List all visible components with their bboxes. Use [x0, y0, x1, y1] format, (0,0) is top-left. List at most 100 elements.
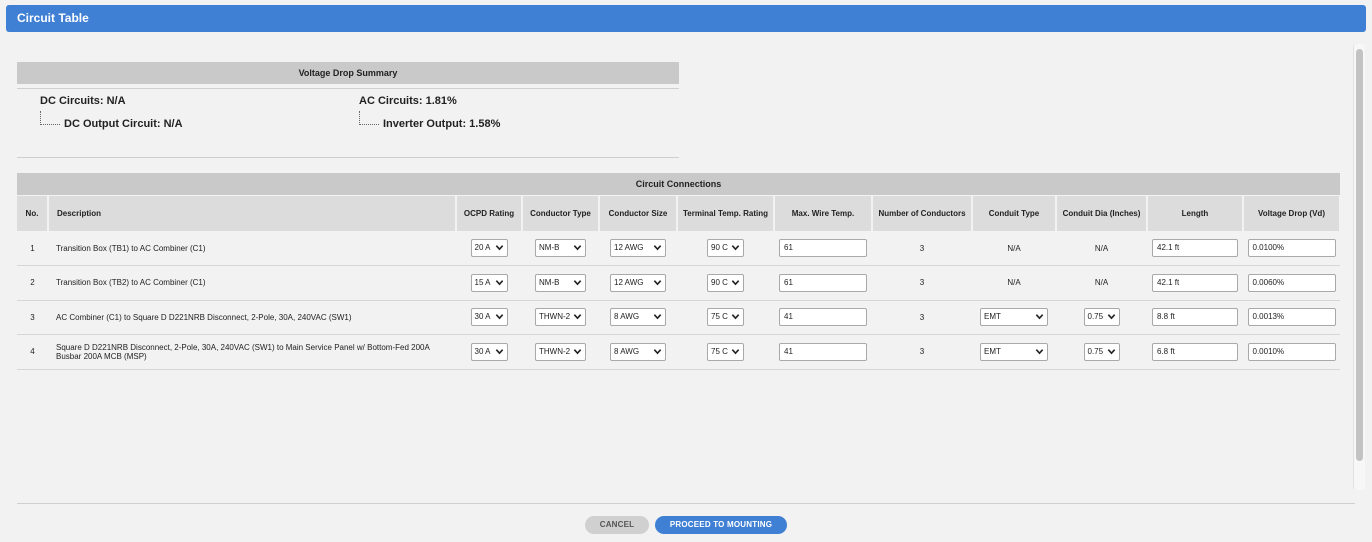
chevron-down-icon	[495, 279, 503, 286]
selected-value: 20 A	[474, 243, 491, 252]
circuit-description: Transition Box (TB1) to AC Combiner (C1)	[48, 231, 456, 266]
conduit-dia-select[interactable]: 0.75	[1083, 342, 1120, 361]
selected-value: NM-B	[539, 243, 560, 252]
selected-value: 8 AWG	[614, 346, 640, 356]
voltage-drop-input[interactable]: 0.0010%	[1247, 342, 1336, 361]
conductor-type-select[interactable]: NM-B	[535, 239, 586, 257]
table-header-row: No. Description OCPD Rating Conductor Ty…	[17, 196, 1341, 231]
chevron-down-icon	[653, 245, 662, 251]
number-of-conductors: 3	[872, 265, 972, 301]
footer-divider	[17, 503, 1355, 504]
selected-value: 15 A	[474, 277, 491, 287]
length-input[interactable]: 6.8 ft	[1152, 342, 1238, 361]
conduit-dia: N/A	[1056, 231, 1147, 266]
row-number: 4	[17, 334, 48, 370]
selected-value: 75 C	[711, 346, 728, 356]
divider	[17, 157, 679, 158]
table-row: 3 AC Combiner (C1) to Square D D221NRB D…	[17, 300, 1340, 335]
column-header-ocpd-rating: OCPD Rating	[456, 196, 523, 231]
conductor-size-select[interactable]: 8 AWG	[610, 308, 666, 327]
conduit-dia: N/A	[1056, 265, 1147, 301]
conductor-size-select[interactable]: 12 AWG	[610, 239, 666, 257]
length-input[interactable]: 8.8 ft	[1152, 308, 1238, 327]
terminal-temp-select[interactable]: 75 C	[707, 342, 744, 361]
column-header-max-wire-temp: Max. Wire Temp.	[774, 196, 873, 231]
table-row: 1 Transition Box (TB1) to AC Combiner (C…	[17, 231, 1340, 266]
conduit-type-select[interactable]: EMT	[980, 342, 1048, 361]
inverter-output-value: Inverter Output: 1.58%	[383, 118, 501, 130]
chevron-down-icon	[1035, 348, 1044, 355]
conductor-type-select[interactable]: NM-B	[535, 273, 586, 292]
column-header-description: Description	[48, 196, 457, 231]
scrollbar-thumb[interactable]	[1356, 49, 1363, 461]
conductor-type-select[interactable]: THWN-2	[535, 308, 586, 327]
number-of-conductors: 3	[872, 231, 972, 266]
selected-value: 0.75	[1087, 312, 1104, 322]
voltage-drop-summary-header: Voltage Drop Summary	[17, 62, 679, 84]
selected-value: EMT	[984, 346, 1001, 356]
column-header-no: No.	[17, 196, 49, 231]
selected-value: 30 A	[474, 312, 491, 322]
chevron-down-icon	[495, 245, 503, 251]
row-number: 1	[17, 231, 48, 266]
ocpd-rating-select[interactable]: 15 A	[470, 273, 508, 292]
column-header-conduit-dia: Conduit Dia (Inches)	[1056, 196, 1148, 231]
divider	[17, 88, 679, 89]
vertical-scrollbar[interactable]	[1353, 44, 1365, 490]
cancel-button[interactable]: CANCEL	[585, 516, 649, 534]
ocpd-rating-select[interactable]: 30 A	[470, 342, 508, 361]
length-input[interactable]: 42.1 ft	[1152, 239, 1238, 257]
ocpd-rating-select[interactable]: 20 A	[470, 239, 508, 257]
conduit-dia-select[interactable]: 0.75	[1083, 308, 1120, 327]
row-number: 2	[17, 265, 48, 301]
voltage-drop-input[interactable]: 0.0060%	[1247, 273, 1336, 292]
table-row: 2 Transition Box (TB2) to AC Combiner (C…	[17, 265, 1340, 301]
row-number: 3	[17, 300, 48, 335]
chevron-down-icon	[573, 279, 582, 286]
conductor-size-select[interactable]: 12 AWG	[610, 273, 666, 292]
terminal-temp-select[interactable]: 75 C	[707, 308, 744, 327]
conduit-type: N/A	[972, 265, 1056, 301]
terminal-temp-select[interactable]: 90 C	[707, 273, 744, 292]
selected-value: THWN-2	[539, 312, 571, 322]
terminal-temp-select[interactable]: 90 C	[707, 239, 744, 257]
number-of-conductors: 3	[872, 334, 972, 370]
tree-connector	[40, 111, 60, 125]
circuit-description: AC Combiner (C1) to Square D D221NRB Dis…	[48, 300, 456, 335]
chevron-down-icon	[573, 245, 582, 251]
voltage-drop-input[interactable]: 0.0013%	[1247, 308, 1336, 327]
selected-value: EMT	[984, 312, 1001, 322]
tree-connector	[359, 111, 379, 125]
conduit-type-select[interactable]: EMT	[980, 308, 1048, 327]
number-of-conductors: 3	[872, 300, 972, 335]
selected-value: THWN-2	[539, 346, 571, 356]
chevron-down-icon	[653, 314, 662, 320]
column-header-length: Length	[1147, 196, 1244, 231]
conductor-type-select[interactable]: THWN-2	[535, 342, 586, 361]
chevron-down-icon	[731, 348, 740, 355]
max-wire-temp-input[interactable]: 61	[779, 273, 867, 292]
ocpd-rating-select[interactable]: 30 A	[470, 308, 508, 327]
selected-value: 0.75	[1087, 346, 1104, 356]
proceed-to-mounting-button[interactable]: PROCEED TO MOUNTING	[655, 516, 787, 534]
column-header-terminal-temp-rating: Terminal Temp. Rating	[677, 196, 775, 231]
chevron-down-icon	[573, 314, 582, 320]
chevron-down-icon	[653, 348, 662, 355]
voltage-drop-input[interactable]: 0.0100%	[1247, 239, 1336, 257]
column-header-number-of-conductors: Number of Conductors	[872, 196, 973, 231]
selected-value: 12 AWG	[614, 243, 644, 252]
conductor-size-select[interactable]: 8 AWG	[610, 342, 666, 361]
selected-value: 8 AWG	[614, 312, 640, 322]
selected-value: NM-B	[539, 277, 560, 287]
selected-value: 12 AWG	[614, 277, 644, 287]
chevron-down-icon	[731, 314, 740, 320]
chevron-down-icon	[495, 314, 503, 320]
max-wire-temp-input[interactable]: 41	[779, 308, 867, 327]
chevron-down-icon	[1035, 314, 1044, 320]
table-row: 4 Square D D221NRB Disconnect, 2-Pole, 3…	[17, 334, 1340, 370]
max-wire-temp-input[interactable]: 41	[779, 342, 867, 361]
chevron-down-icon	[573, 348, 582, 355]
max-wire-temp-input[interactable]: 61	[779, 239, 867, 257]
length-input[interactable]: 42.1 ft	[1152, 273, 1238, 292]
circuit-description: Square D D221NRB Disconnect, 2-Pole, 30A…	[48, 334, 456, 370]
